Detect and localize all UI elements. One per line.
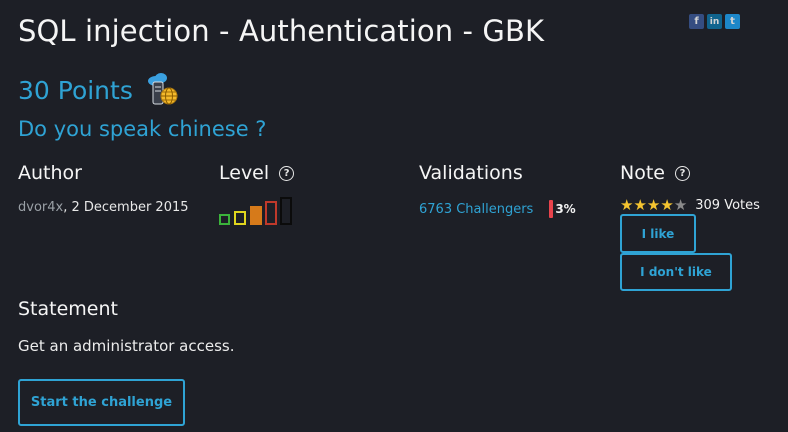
level-bar-2 xyxy=(234,211,246,225)
web-server-icon xyxy=(147,73,178,105)
star-icon: ★ xyxy=(633,196,647,214)
success-rate-text: 3% xyxy=(555,202,576,216)
level-section: Level ? xyxy=(219,160,299,225)
star-icon: ★ xyxy=(660,196,674,214)
validations-line: 6763 Challengers 3% xyxy=(419,200,576,218)
author-date: 2 December 2015 xyxy=(71,200,189,215)
success-rate: 3% xyxy=(549,200,576,218)
validations-section: Validations 6763 Challengers 3% xyxy=(419,160,576,218)
share-links: f in t xyxy=(689,14,740,29)
level-heading: Level xyxy=(219,162,270,184)
challenge-subtitle: Do you speak chinese ? xyxy=(18,117,267,141)
facebook-icon[interactable]: f xyxy=(689,14,704,29)
level-help-icon[interactable]: ? xyxy=(279,165,295,181)
dislike-button[interactable]: I don't like xyxy=(620,253,732,291)
author-link[interactable]: dvor4x xyxy=(18,200,63,215)
twitter-icon[interactable]: t xyxy=(725,14,740,29)
star-icon: ★ xyxy=(673,196,688,214)
difficulty-level-indicator xyxy=(219,195,299,225)
level-bar-3 xyxy=(250,206,262,225)
start-challenge-button[interactable]: Start the challenge xyxy=(18,379,185,426)
points-row: 30 Points xyxy=(18,72,181,108)
author-section: Author dvor4x, 2 December 2015 xyxy=(18,160,189,215)
level-heading-row: Level ? xyxy=(219,160,299,186)
challengers-link[interactable]: 6763 Challengers xyxy=(419,202,533,217)
statement-heading: Statement xyxy=(18,298,118,320)
success-rate-bar xyxy=(549,200,554,218)
note-heading: Note xyxy=(620,162,665,184)
note-section: Note ? ★ ★ ★ ★ ★ 309 Votes xyxy=(620,160,760,213)
challenge-page: SQL injection - Authentication - GBK f i… xyxy=(0,0,788,432)
star-icon: ★ xyxy=(646,196,661,214)
author-heading: Author xyxy=(18,162,82,184)
page-title: SQL injection - Authentication - GBK xyxy=(18,14,545,48)
note-heading-row: Note ? xyxy=(620,160,760,186)
rating-line: ★ ★ ★ ★ ★ 309 Votes xyxy=(620,196,760,214)
vote-count: 309 Votes xyxy=(695,198,760,213)
like-button[interactable]: I like xyxy=(620,214,696,253)
level-bar-1 xyxy=(219,214,230,225)
star-icon: ★ xyxy=(620,196,634,214)
statement-text: Get an administrator access. xyxy=(18,337,235,355)
challenge-points: 30 Points xyxy=(18,75,133,105)
validations-heading: Validations xyxy=(419,162,523,184)
author-line: dvor4x, 2 December 2015 xyxy=(18,200,189,215)
level-bar-4 xyxy=(265,201,277,225)
level-bar-5 xyxy=(280,197,292,225)
note-help-icon[interactable]: ? xyxy=(674,165,690,181)
linkedin-icon[interactable]: in xyxy=(707,14,722,29)
